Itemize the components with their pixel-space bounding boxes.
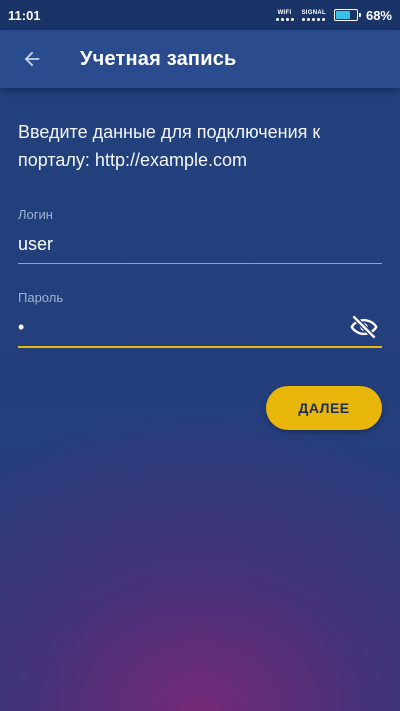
screen: 11:01 WIFI SIGNAL 68% Учетная запись Вве…: [0, 0, 400, 711]
back-button[interactable]: [10, 37, 54, 81]
login-field[interactable]: Логин user: [18, 207, 382, 264]
wifi-label: WIFI: [277, 9, 292, 16]
signal-icon: [302, 17, 326, 21]
password-value: •: [18, 316, 25, 337]
battery-fill: [335, 11, 350, 19]
wifi-indicator: WIFI: [275, 9, 294, 21]
battery-icon: [333, 9, 361, 21]
app-bar: Учетная запись: [0, 30, 400, 88]
login-underline: [18, 263, 382, 264]
arrow-left-icon: [24, 51, 40, 67]
password-field[interactable]: Пароль •: [18, 290, 382, 348]
password-visibility-toggle[interactable]: [346, 309, 382, 345]
login-value: user: [18, 233, 54, 254]
login-label: Логин: [18, 207, 53, 222]
password-input[interactable]: •: [18, 312, 382, 342]
next-button[interactable]: ДАЛЕЕ: [266, 386, 382, 430]
intro-text: Введите данные для подключения к порталу…: [18, 122, 321, 170]
signal-label: SIGNAL: [301, 9, 326, 16]
status-bar: 11:01 WIFI SIGNAL 68%: [0, 0, 400, 30]
login-input[interactable]: user: [18, 229, 382, 259]
eye-off-icon: [350, 314, 378, 340]
wifi-icon: [275, 17, 294, 21]
signal-indicator: SIGNAL: [302, 10, 326, 21]
battery-percent: 68%: [365, 7, 392, 23]
status-time: 11:01: [8, 7, 41, 23]
status-indicators: WIFI SIGNAL 68%: [275, 7, 392, 23]
password-underline: [18, 346, 382, 348]
password-label: Пароль: [18, 290, 64, 305]
page-title: Учетная запись: [80, 47, 237, 70]
